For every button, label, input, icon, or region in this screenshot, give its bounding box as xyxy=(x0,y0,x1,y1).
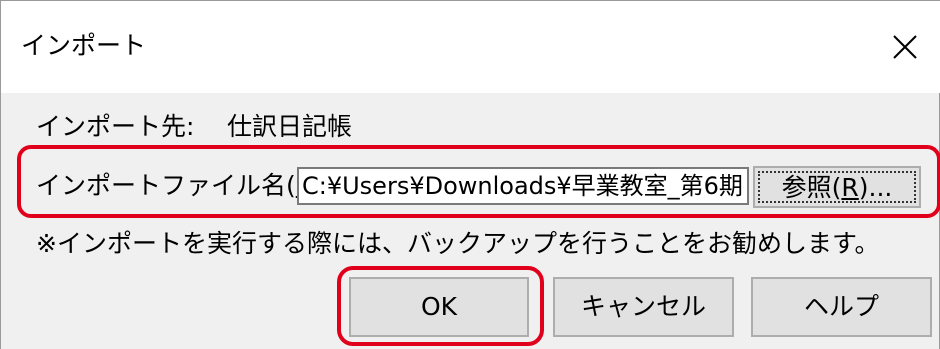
dialog-title: インポート xyxy=(21,31,147,60)
backup-notice: ※インポートを実行する際には、バックアップを行うことをお勧めします。 xyxy=(36,229,880,258)
close-icon xyxy=(893,35,917,59)
title-bar: インポート xyxy=(1,0,940,93)
ok-button[interactable]: OK xyxy=(349,277,529,337)
import-destination-label: インポート先: xyxy=(36,112,195,141)
help-button[interactable]: ヘルプ xyxy=(751,277,932,337)
import-file-label: インポートファイル名(I): xyxy=(36,171,321,200)
cancel-button[interactable]: キャンセル xyxy=(553,277,734,337)
browse-button-label: 参照(R)... xyxy=(758,171,916,203)
import-dialog: インポート インポート先: 仕訳日記帳 インポートファイル名(I): C:¥Us… xyxy=(0,0,940,349)
browse-button[interactable]: 参照(R)... xyxy=(753,166,921,208)
close-button[interactable] xyxy=(881,23,929,71)
import-file-path-input[interactable]: C:¥Users¥Downloads¥早業教室_第6期 xyxy=(297,167,749,205)
import-destination-value: 仕訳日記帳 xyxy=(227,112,353,141)
